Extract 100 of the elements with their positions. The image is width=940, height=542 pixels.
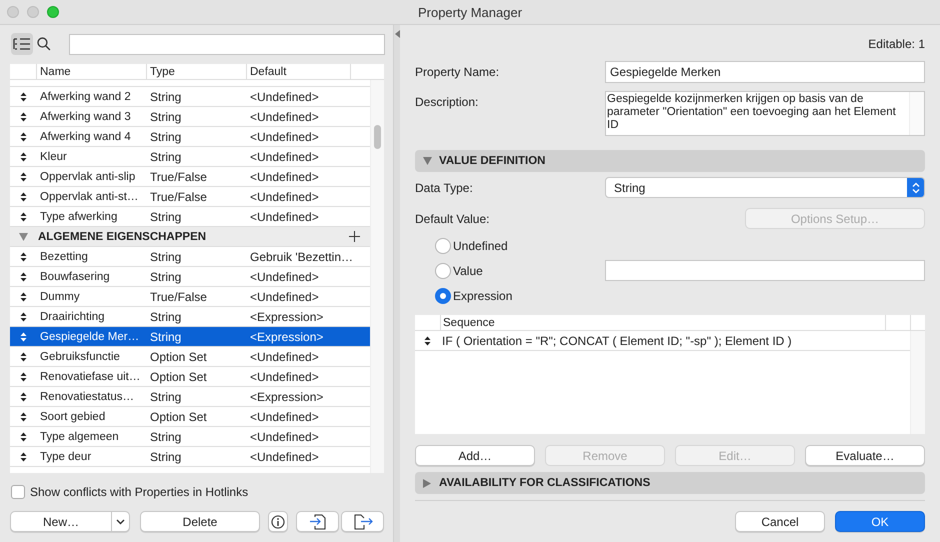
table-cell-text: <Undefined> xyxy=(249,370,320,384)
table-cell-text: Bouwfasering xyxy=(39,270,111,282)
table-cell-text: String xyxy=(149,270,182,284)
table-cell-text: Option Set xyxy=(149,410,208,424)
table-cell-text: Type algemeen xyxy=(39,430,120,442)
search-icon[interactable] xyxy=(36,37,51,51)
search-field[interactable] xyxy=(68,34,385,54)
group-row[interactable]: ALGEMENE EIGENSCHAPPEN xyxy=(10,227,370,247)
sequence-button[interactable]: Evaluate… xyxy=(805,445,925,466)
table-row[interactable]: Afwerking wand 2 String <Undefined> xyxy=(10,87,370,107)
checkbox-label: Show conflicts with Properties in Hotlinks xyxy=(30,485,248,499)
table-row[interactable]: Bezetting String Gebruik 'Bezettin… xyxy=(10,247,370,267)
table-cell-text: String xyxy=(149,330,182,344)
scrollbar[interactable] xyxy=(910,331,925,434)
data-type-dropdown[interactable]: String xyxy=(605,177,925,198)
table-row[interactable]: Renovatiefase uit… Option Set <Undefined> xyxy=(10,367,370,387)
delete-button[interactable]: Delete xyxy=(140,511,260,532)
table-row[interactable]: Gespiegelde Mer… String <Expression> xyxy=(10,327,370,347)
scrollbar-thumb[interactable] xyxy=(374,125,381,149)
table-cell-text: Renovatiestatus… xyxy=(39,390,135,402)
table-cell-text: Draairichting xyxy=(39,310,106,322)
column-header[interactable]: Name xyxy=(36,64,146,79)
sequence-button[interactable]: Add… xyxy=(415,445,535,466)
table-row[interactable]: Afwerking wand 3 String <Undefined> xyxy=(10,107,370,127)
table-row[interactable]: Type algemeen String <Undefined> xyxy=(10,427,370,447)
export-icon xyxy=(352,514,372,530)
window-title: Property Manager xyxy=(416,4,524,20)
scrollbar[interactable] xyxy=(370,80,384,473)
table-cell-text: <Undefined> xyxy=(249,350,320,364)
list-view-icon[interactable] xyxy=(11,33,33,55)
import-button[interactable] xyxy=(296,511,339,532)
radio-button[interactable] xyxy=(435,288,451,304)
table-cell-text: <Undefined> xyxy=(249,190,320,204)
table-cell-text: Oppervlak anti-st… xyxy=(39,190,140,202)
expression-text: IF ( Orientation = "R"; CONCAT ( Element ID; "-sp" ); Element ID ) xyxy=(441,334,792,348)
table-cell-text: <Undefined> xyxy=(249,290,320,304)
table-row[interactable]: Oppervlak anti-slip True/False <Undefined> xyxy=(10,167,370,187)
section-title: VALUE DEFINITION xyxy=(438,155,546,167)
table-row[interactable]: Renovatiestatus… String <Expression> xyxy=(10,387,370,407)
collapse-icon[interactable] xyxy=(395,30,400,38)
property-name-field[interactable]: Gespiegelde Merken xyxy=(605,61,925,83)
cancel-button[interactable]: Cancel xyxy=(735,511,825,532)
table-cell-text: Afwerking wand 2 xyxy=(39,90,132,102)
table-row[interactable]: Soort gebied Option Set <Undefined> xyxy=(10,407,370,427)
section-header[interactable]: AVAILABILITY FOR CLASSIFICATIONS xyxy=(415,472,925,494)
table-cell-text: Type afwerking xyxy=(39,210,118,222)
editable-count: Editable: 1 xyxy=(867,37,925,51)
table-row[interactable]: Bouwfasering String <Undefined> xyxy=(10,267,370,287)
new-button[interactable]: New… xyxy=(10,511,111,532)
updown-arrows-icon xyxy=(912,182,920,194)
table-row[interactable]: Gebruiksfunctie Option Set <Undefined> xyxy=(10,347,370,367)
sequence-row[interactable]: IF ( Orientation = "R"; CONCAT ( Element ID; "-sp" ); Element ID ) xyxy=(415,331,910,351)
value-field[interactable] xyxy=(605,260,925,281)
table-cell-text: String xyxy=(149,310,182,324)
radio-option[interactable]: Expression xyxy=(435,288,605,304)
table-cell-text: True/False xyxy=(149,290,208,304)
table-cell-text: Gebruiksfunctie xyxy=(39,350,121,362)
ok-button[interactable]: OK xyxy=(835,511,925,532)
table-cell-text: <Undefined> xyxy=(249,210,320,224)
export-button[interactable] xyxy=(341,511,384,532)
radio-option[interactable]: Value xyxy=(435,262,605,278)
checkbox[interactable] xyxy=(11,485,25,499)
info-button[interactable] xyxy=(268,511,288,532)
table-cell-text: String xyxy=(149,130,182,144)
table-cell-text: Bezetting xyxy=(39,250,89,262)
table-cell-text: Oppervlak anti-slip xyxy=(39,170,136,182)
radio-button[interactable] xyxy=(435,262,451,278)
description-field[interactable]: Gespiegelde kozijnmerken krijgen op basis van de parameter "Orientation" een toevoeging aan het Element ID xyxy=(605,91,925,136)
table-row[interactable]: Type deur String <Undefined> xyxy=(10,447,370,467)
table-cell-text: Gebruik 'Bezettin… xyxy=(249,250,350,264)
field-label: Data Type: xyxy=(415,180,474,194)
table-cell-text: Afwerking wand 4 xyxy=(39,130,132,142)
table-cell-text: Afwerking wand 3 xyxy=(39,110,132,122)
column-header[interactable]: Sequence xyxy=(440,315,885,330)
table-cell-text: Gespiegelde Mer… xyxy=(39,330,140,342)
radio-button[interactable] xyxy=(435,238,451,254)
table-cell-text: String xyxy=(149,110,182,124)
table-row[interactable]: Oppervlak anti-st… True/False <Undefined> xyxy=(10,187,370,207)
table-cell-text: <Undefined> xyxy=(249,270,320,284)
table-cell-text: Soort gebied xyxy=(39,410,106,422)
table-cell-text: String xyxy=(149,210,182,224)
section-header[interactable]: VALUE DEFINITION xyxy=(415,150,925,172)
table-row[interactable]: Kleur String <Undefined> xyxy=(10,147,370,167)
table-cell-text: String xyxy=(149,430,182,444)
radio-option[interactable]: Undefined xyxy=(435,238,605,254)
table-cell-text: <Expression> xyxy=(249,330,324,344)
caret-button[interactable] xyxy=(111,511,130,532)
column-header[interactable]: Type xyxy=(146,64,246,79)
section-title: AVAILABILITY FOR CLASSIFICATIONS xyxy=(438,477,650,489)
table-row[interactable]: Dummy True/False <Undefined> xyxy=(10,287,370,307)
scrollbar[interactable] xyxy=(909,92,924,135)
table-cell-text: Kleur xyxy=(39,150,68,162)
table-row[interactable]: Afwerking wand 4 String <Undefined> xyxy=(10,127,370,147)
add-icon[interactable] xyxy=(349,231,360,242)
table-cell-text: True/False xyxy=(149,170,208,184)
column-header[interactable]: Default xyxy=(246,64,350,79)
group-title: ALGEMENE EIGENSCHAPPEN xyxy=(37,230,208,242)
table-cell-text: String xyxy=(149,250,182,264)
table-cell-text: <Undefined> xyxy=(249,170,320,184)
table-cell-text: <Expression> xyxy=(249,390,324,404)
